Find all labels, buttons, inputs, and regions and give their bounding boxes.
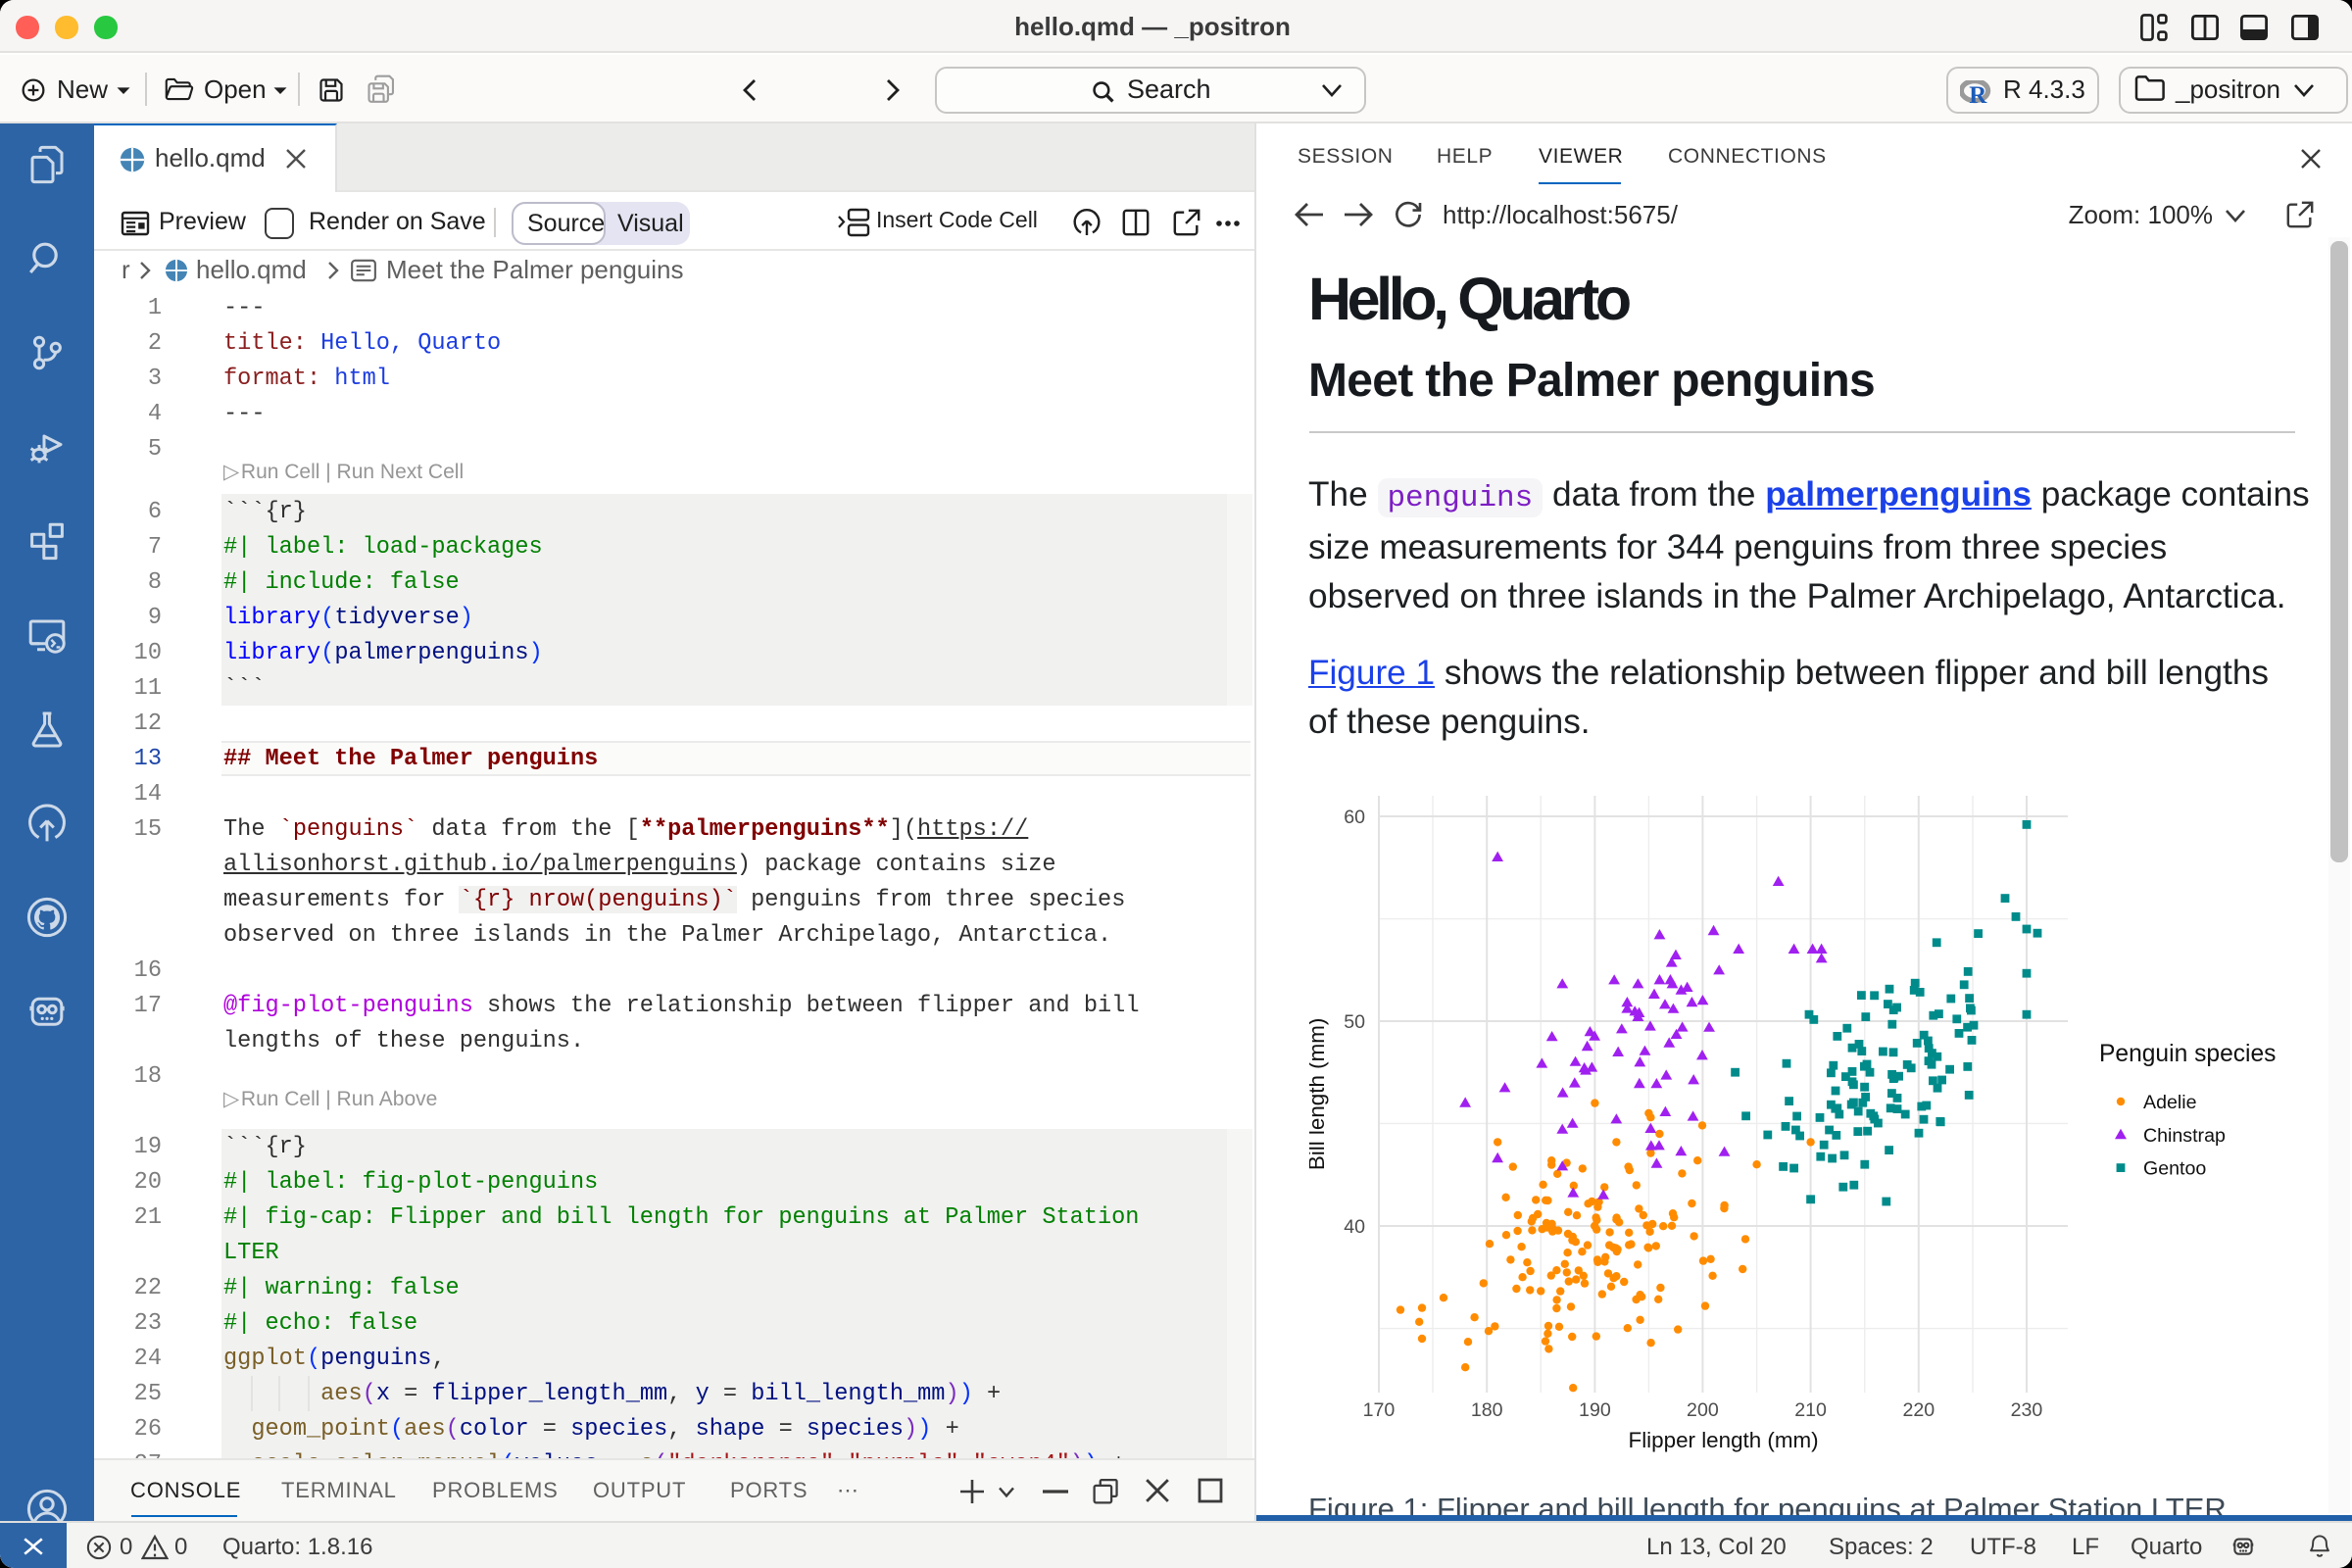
- svg-text:200: 200: [1686, 1399, 1718, 1421]
- svg-text:180: 180: [1470, 1399, 1502, 1421]
- svg-text:170: 170: [1362, 1399, 1395, 1421]
- svg-text:210: 210: [1793, 1399, 1826, 1421]
- svg-text:190: 190: [1578, 1399, 1610, 1421]
- svg-text:R: R: [1969, 81, 1987, 103]
- svg-text:220: 220: [1901, 1399, 1934, 1421]
- svg-text:60: 60: [1343, 807, 1364, 828]
- svg-text:Penguin species: Penguin species: [2098, 1041, 2275, 1067]
- svg-text:Adelie: Adelie: [2142, 1092, 2196, 1113]
- svg-text:50: 50: [1343, 1011, 1364, 1033]
- svg-text:Gentoo: Gentoo: [2142, 1157, 2205, 1179]
- svg-text:Bill length (mm): Bill length (mm): [1308, 1018, 1328, 1171]
- svg-text:40: 40: [1343, 1216, 1364, 1238]
- svg-text:Flipper length (mm): Flipper length (mm): [1628, 1428, 1818, 1452]
- svg-text:230: 230: [2010, 1399, 2042, 1421]
- svg-text:Chinstrap: Chinstrap: [2142, 1125, 2225, 1147]
